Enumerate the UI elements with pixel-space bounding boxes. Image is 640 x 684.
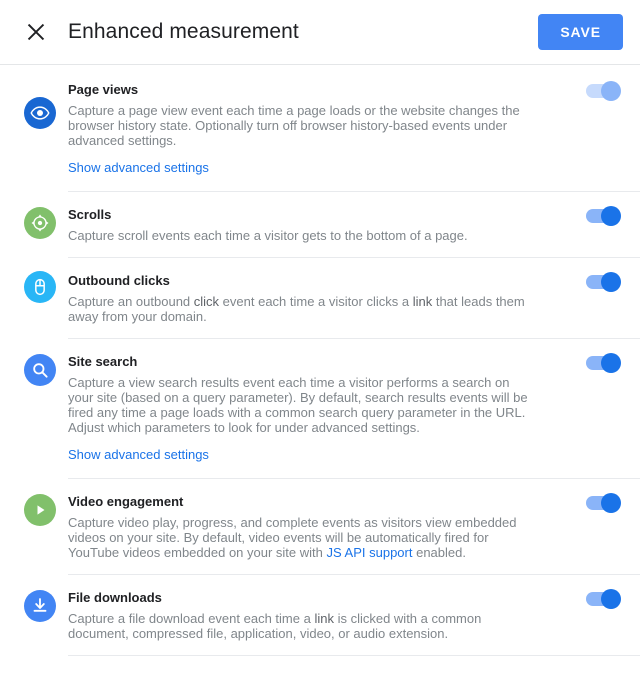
toggle-knob (601, 206, 621, 226)
setting-row: Scrolls Capture scroll events each time … (0, 191, 640, 257)
description-text: Capture a file download event each time … (68, 611, 315, 626)
show-advanced-settings-link[interactable]: Show advanced settings (68, 447, 209, 462)
setting-description: Capture a view search results event each… (68, 375, 528, 435)
setting-row: Site search Capture a view search result… (0, 338, 640, 478)
setting-description: Capture a page view event each time a pa… (68, 103, 528, 148)
setting-row: Video engagement Capture video play, pro… (0, 478, 640, 574)
description-emphasis: click (193, 294, 220, 309)
toggle-outbound-clicks[interactable] (586, 272, 621, 292)
description-text: Capture a page view event each time a pa… (68, 103, 520, 148)
toggle-knob (601, 272, 621, 292)
js-api-support-link[interactable]: JS API support (326, 545, 412, 560)
setting-title: Video engagement (68, 494, 184, 509)
toggle-knob (601, 589, 621, 609)
toggle-page-views[interactable] (586, 81, 621, 101)
eye-icon (24, 97, 56, 129)
description-text: Capture scroll events each time a visito… (68, 228, 468, 243)
setting-title: Outbound clicks (68, 273, 170, 288)
page-title: Enhanced measurement (68, 20, 299, 43)
setting-title: Site search (68, 354, 138, 369)
setting-title: File downloads (68, 590, 162, 605)
mouse-icon (24, 271, 56, 303)
description-text: event each time a visitor clicks a (219, 294, 413, 309)
setting-body: Outbound clicks Capture an outbound clic… (68, 272, 586, 324)
toggle-file-downloads[interactable] (586, 589, 621, 609)
scroll-target-icon (24, 207, 56, 239)
toggle-video-engagement[interactable] (586, 493, 621, 513)
setting-body: Page views Capture a page view event eac… (68, 81, 586, 177)
setting-description: Capture a file download event each time … (68, 611, 528, 641)
setting-body: Scrolls Capture scroll events each time … (68, 206, 586, 243)
toggle-knob (601, 353, 621, 373)
show-advanced-settings-link[interactable]: Show advanced settings (68, 160, 209, 175)
setting-body: Video engagement Capture video play, pro… (68, 493, 586, 560)
play-icon (24, 494, 56, 526)
list-end-divider (68, 655, 640, 656)
setting-description: Capture an outbound click event each tim… (68, 294, 528, 324)
description-text: Capture an outbound (68, 294, 194, 309)
toggle-knob (601, 493, 621, 513)
setting-body: Site search Capture a view search result… (68, 353, 586, 464)
setting-body: File downloads Capture a file download e… (68, 589, 586, 641)
description-emphasis: link (412, 294, 433, 309)
save-button[interactable]: SAVE (538, 14, 623, 50)
enhanced-measurement-settings-list: Page views Capture a page view event eac… (0, 65, 640, 656)
description-emphasis: link (314, 611, 334, 626)
search-icon (24, 354, 56, 386)
toggle-site-search[interactable] (586, 353, 621, 373)
setting-row: Page views Capture a page view event eac… (0, 79, 640, 191)
close-icon[interactable] (24, 20, 48, 44)
description-text: enabled. (412, 545, 466, 560)
setting-description: Capture scroll events each time a visito… (68, 228, 528, 243)
setting-description: Capture video play, progress, and comple… (68, 515, 528, 560)
setting-row: Outbound clicks Capture an outbound clic… (0, 257, 640, 338)
setting-title: Page views (68, 82, 139, 97)
toggle-knob (601, 81, 621, 101)
description-text: Capture a view search results event each… (68, 375, 528, 435)
download-icon (24, 590, 56, 622)
toggle-scrolls[interactable] (586, 206, 621, 226)
dialog-header: Enhanced measurement SAVE (0, 0, 640, 65)
setting-title: Scrolls (68, 207, 112, 222)
setting-row: File downloads Capture a file download e… (0, 574, 640, 655)
